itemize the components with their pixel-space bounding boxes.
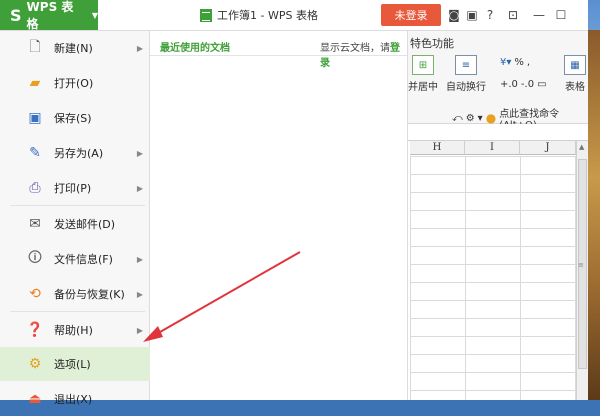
exit-icon: ⏏: [28, 391, 42, 407]
mail-icon: ✉: [29, 216, 41, 232]
recent-divider: [150, 55, 407, 56]
menu-item-label: 文件信息(F): [54, 253, 113, 266]
cloud-notice-text: 显示云文档，请: [320, 43, 390, 54]
wps-window: S WPS 表格 ▼ 工作簿1 - WPS 表格 未登录 ◙ ▣ ? ⊡ — ☐…: [0, 0, 588, 407]
save-as-icon: ✎: [29, 145, 41, 161]
wrap-text-label: 自动换行: [446, 82, 486, 93]
menu-item-label: 另存为(A): [54, 147, 104, 160]
new-file-icon: 🗋: [29, 39, 41, 55]
login-button[interactable]: 未登录: [381, 4, 441, 26]
file-info-icon: 🛈: [27, 250, 43, 266]
tab-special-features[interactable]: 特色功能: [410, 35, 454, 51]
recent-documents-title: 最近使用的文档: [160, 43, 230, 54]
format-painter-icon[interactable]: ⚙: [466, 113, 475, 124]
help-circle-icon[interactable]: ?: [481, 6, 499, 24]
printer-icon: ⎙: [29, 180, 41, 196]
menu-item-label: 新建(N): [54, 42, 93, 55]
decrease-decimal-button[interactable]: -.0: [521, 79, 534, 90]
menu-item-open[interactable]: ▰ 打开(O): [0, 66, 150, 100]
format-box-icon[interactable]: ▭: [537, 79, 546, 90]
menu-item-backup[interactable]: ⟲ 备份与恢复(K) ▶: [0, 277, 150, 311]
submenu-arrow-icon: ▶: [136, 43, 143, 53]
menu-item-save-as[interactable]: ✎ 另存为(A) ▶: [0, 136, 150, 170]
lightbulb-icon: ●: [485, 111, 497, 125]
menu-item-file-info[interactable]: 🛈 文件信息(F) ▶: [0, 242, 150, 276]
table-style-label: 表格: [565, 82, 585, 93]
caret-down-icon: ▼: [91, 10, 98, 20]
menu-item-label: 打开(O): [54, 77, 94, 90]
document-title: 工作簿1 - WPS 表格: [217, 9, 318, 22]
scroll-grip-icon: ≡: [578, 261, 584, 269]
folder-open-icon: ▰: [29, 75, 41, 91]
wps-app-menu-button[interactable]: S WPS 表格 ▼: [0, 0, 98, 31]
merge-center-button[interactable]: ⊞ 并居中: [408, 55, 438, 93]
menu-divider: [10, 311, 145, 312]
submenu-arrow-icon: ▶: [136, 148, 143, 158]
merge-center-label: 并居中: [408, 82, 438, 93]
scroll-up-icon[interactable]: ▲: [579, 143, 584, 151]
shirt-icon[interactable]: ▣: [463, 6, 481, 24]
help-icon: ❓: [26, 322, 44, 338]
currency-icon[interactable]: ¥▾: [500, 57, 511, 68]
menu-item-label: 退出(X): [54, 393, 93, 406]
column-header-j[interactable]: J: [520, 141, 576, 155]
submenu-arrow-icon: ▶: [136, 325, 143, 335]
undo-small-icon[interactable]: ⤺: [452, 113, 463, 124]
menu-item-label: 选项(L): [54, 358, 91, 371]
menu-item-save[interactable]: ▣ 保存(S): [0, 101, 150, 135]
number-format-group: ¥▾ % ,: [500, 57, 530, 68]
menu-item-send-mail[interactable]: ✉ 发送邮件(D): [0, 207, 150, 241]
menu-item-new[interactable]: 🗋 新建(N) ▶: [0, 31, 150, 65]
menu-item-print[interactable]: ⎙ 打印(P) ▶: [0, 171, 150, 205]
increase-decimal-button[interactable]: +.0: [500, 79, 518, 90]
menu-item-label: 发送邮件(D): [54, 218, 116, 231]
percent-button[interactable]: %: [514, 57, 524, 68]
column-header-h[interactable]: H: [410, 141, 465, 155]
gear-icon: ⚙: [28, 356, 42, 372]
spreadsheet-doc-icon: [200, 8, 212, 22]
minimize-icon[interactable]: —: [530, 6, 548, 24]
menu-item-label: 备份与恢复(K): [54, 288, 125, 301]
cloud-docs-notice: 显示云文档，请登录: [320, 39, 407, 69]
menu-item-label: 帮助(H): [54, 324, 93, 337]
recent-documents-panel: 最近使用的文档 显示云文档，请登录: [150, 31, 408, 400]
window-title: 工作簿1 - WPS 表格: [200, 0, 318, 30]
thousands-icon[interactable]: ,: [527, 57, 530, 68]
title-bar: S WPS 表格 ▼ 工作簿1 - WPS 表格 未登录 ◙ ▣ ? ⊡ — ☐: [0, 0, 588, 31]
restore-ribbon-icon[interactable]: ⊡: [504, 6, 522, 24]
menu-item-label: 保存(S): [54, 112, 92, 125]
merge-cells-icon: ⊞: [412, 55, 434, 75]
maximize-icon[interactable]: ☐: [552, 6, 570, 24]
submenu-arrow-icon: ▶: [136, 183, 143, 193]
submenu-arrow-icon: ▶: [136, 289, 143, 299]
menu-item-exit[interactable]: ⏏ 退出(X): [0, 382, 150, 416]
wps-logo-icon: S: [10, 5, 22, 25]
dropdown-icon[interactable]: ▾: [478, 113, 483, 124]
table-style-icon: ▦: [564, 55, 586, 75]
vertical-scrollbar[interactable]: ▲ ≡: [576, 141, 588, 400]
submenu-arrow-icon: ▶: [136, 254, 143, 264]
menu-item-label: 打印(P): [54, 182, 92, 195]
menu-item-help[interactable]: ❓ 帮助(H) ▶: [0, 313, 150, 347]
column-header-i[interactable]: I: [465, 141, 520, 155]
wrap-text-button[interactable]: ≡ 自动换行: [446, 55, 486, 93]
backup-icon: ⟲: [29, 286, 41, 302]
app-menu-label: WPS 表格: [26, 0, 74, 31]
file-menu: 🗋 新建(N) ▶ ▰ 打开(O) ▣ 保存(S) ✎ 另存为(A) ▶ ⎙ 打…: [0, 31, 150, 407]
table-style-button[interactable]: ▦ 表格: [564, 55, 586, 93]
wrap-text-icon: ≡: [455, 55, 477, 75]
skin-icon[interactable]: ◙: [445, 6, 463, 24]
menu-item-options[interactable]: ⚙ 选项(L): [0, 347, 150, 381]
save-icon: ▣: [28, 110, 42, 126]
menu-divider: [10, 205, 145, 206]
spreadsheet-grid[interactable]: [410, 156, 576, 400]
decimal-group: +.0 -.0 ▭: [500, 79, 547, 90]
